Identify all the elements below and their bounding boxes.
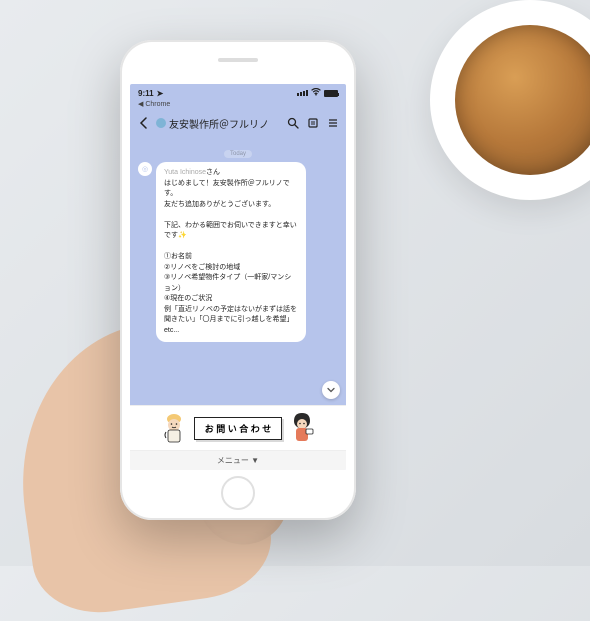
signal-icon — [297, 90, 308, 96]
battery-icon — [324, 90, 338, 97]
worker-illustration — [160, 411, 188, 445]
message-row: ◎ Yuta Ichinoseさん はじめまして！友安製作所＠フルリノです。 友… — [138, 162, 338, 342]
return-to-app-bar[interactable]: ◀ Chrome — [130, 100, 346, 108]
scroll-down-button[interactable] — [322, 381, 340, 399]
contact-button[interactable]: お 問 い 合 わ せ — [194, 417, 283, 440]
customer-illustration — [288, 411, 316, 445]
rich-menu-content: お 問 い 合 わ せ — [130, 406, 346, 450]
msg-q3: ③リノベ希望物件タイプ（一軒家/マンション） — [164, 274, 291, 292]
message-bubble: Yuta Ichinoseさん はじめまして！友安製作所＠フルリノです。 友だち… — [156, 162, 306, 342]
wifi-icon — [311, 88, 321, 98]
rich-menu: お 問 い 合 わ せ メニュー ▼ — [130, 405, 346, 470]
msg-line3: 下記、わかる範囲でお伺いできますと幸いです — [164, 222, 297, 240]
message-username: Yuta Ichinose — [164, 169, 206, 176]
chat-navbar: 友安製作所＠フルリノ — [130, 110, 346, 136]
status-time: 9:11 — [138, 89, 154, 98]
call-icon[interactable] — [306, 116, 320, 130]
rich-menu-toggle[interactable]: メニュー ▼ — [130, 450, 346, 470]
screen: 9:11 ➤ ◀ Chrome 友安製作所＠フルリノ — [130, 84, 346, 470]
msg-q4: ④現在のご状況 — [164, 295, 212, 302]
chat-area[interactable]: Today ◎ Yuta Ichinoseさん はじめまして！友安製作所＠フルリ… — [130, 136, 346, 405]
back-icon[interactable] — [136, 116, 150, 130]
msg-line1: はじめまして！友安製作所＠フルリノです。 — [164, 180, 290, 198]
sender-avatar[interactable]: ◎ — [138, 162, 152, 176]
greeting-suffix: さん — [206, 169, 220, 176]
phone-speaker — [218, 58, 258, 62]
search-icon[interactable] — [286, 116, 300, 130]
msg-line2: 友だち追加ありがとうございます。 — [164, 201, 275, 208]
menu-icon[interactable] — [326, 116, 340, 130]
phone-frame: 9:11 ➤ ◀ Chrome 友安製作所＠フルリノ — [120, 40, 356, 520]
msg-q2: ②リノベをご検討の地域 — [164, 264, 240, 271]
chat-avatar — [156, 118, 166, 128]
date-badge: Today — [224, 150, 252, 158]
home-button[interactable] — [221, 476, 255, 510]
chevron-down-icon — [326, 385, 336, 395]
location-icon: ➤ — [157, 89, 164, 98]
chat-title: 友安製作所＠フルリノ — [156, 116, 280, 131]
coffee-cup-photo — [430, 0, 590, 200]
menu-toggle-label: メニュー ▼ — [217, 455, 259, 466]
msg-q1: ①お名前 — [164, 253, 192, 260]
msg-example: 例「直近リノベの予定はないがまずは話を聞きたい」「〇月までに引っ越しを希望」et… — [164, 306, 297, 334]
